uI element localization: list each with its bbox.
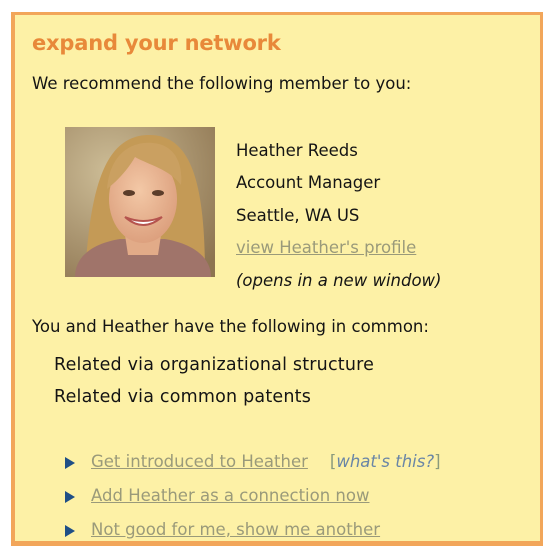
whats-this-help[interactable]: [what's this?]: [330, 445, 441, 479]
view-profile-link[interactable]: view Heather's profile: [236, 238, 416, 257]
recommend-intro: We recommend the following member to you…: [32, 74, 412, 93]
member-details: Heather Reeds Account Manager Seattle, W…: [236, 135, 442, 297]
get-introduced-link[interactable]: Get introduced to Heather: [91, 445, 308, 479]
panel-heading: expand your network: [32, 31, 281, 55]
action-item-connect: Add Heather as a connection now: [65, 479, 441, 513]
triangle-right-icon: [65, 525, 75, 537]
common-item-patents: Related via common patents: [54, 387, 312, 407]
triangle-right-icon: [65, 491, 75, 503]
show-another-link[interactable]: Not good for me, show me another: [91, 513, 380, 547]
action-item-introduce: Get introduced to Heather [what's this?]: [65, 445, 441, 479]
add-connection-link[interactable]: Add Heather as a connection now: [91, 479, 369, 513]
common-item-organizational: Related via organizational structure: [54, 355, 375, 375]
member-location: Seattle, WA US: [236, 205, 360, 225]
whats-this-link[interactable]: what's this?: [336, 452, 434, 471]
common-heading: You and Heather have the following in co…: [32, 317, 429, 336]
member-photo[interactable]: [65, 127, 215, 277]
action-links: Get introduced to Heather [what's this?]…: [65, 445, 441, 547]
action-item-skip: Not good for me, show me another: [65, 513, 441, 547]
profile-window-note: (opens in a new window): [236, 270, 442, 290]
member-portrait-image: [65, 127, 215, 277]
member-name: Heather Reeds: [236, 141, 358, 160]
recommendation-panel: expand your network We recommend the fol…: [11, 12, 543, 546]
triangle-right-icon: [65, 457, 75, 469]
whats-this-close-bracket: ]: [434, 452, 441, 471]
common-list: Related via organizational structure Rel…: [54, 349, 374, 413]
member-title: Account Manager: [236, 173, 381, 193]
